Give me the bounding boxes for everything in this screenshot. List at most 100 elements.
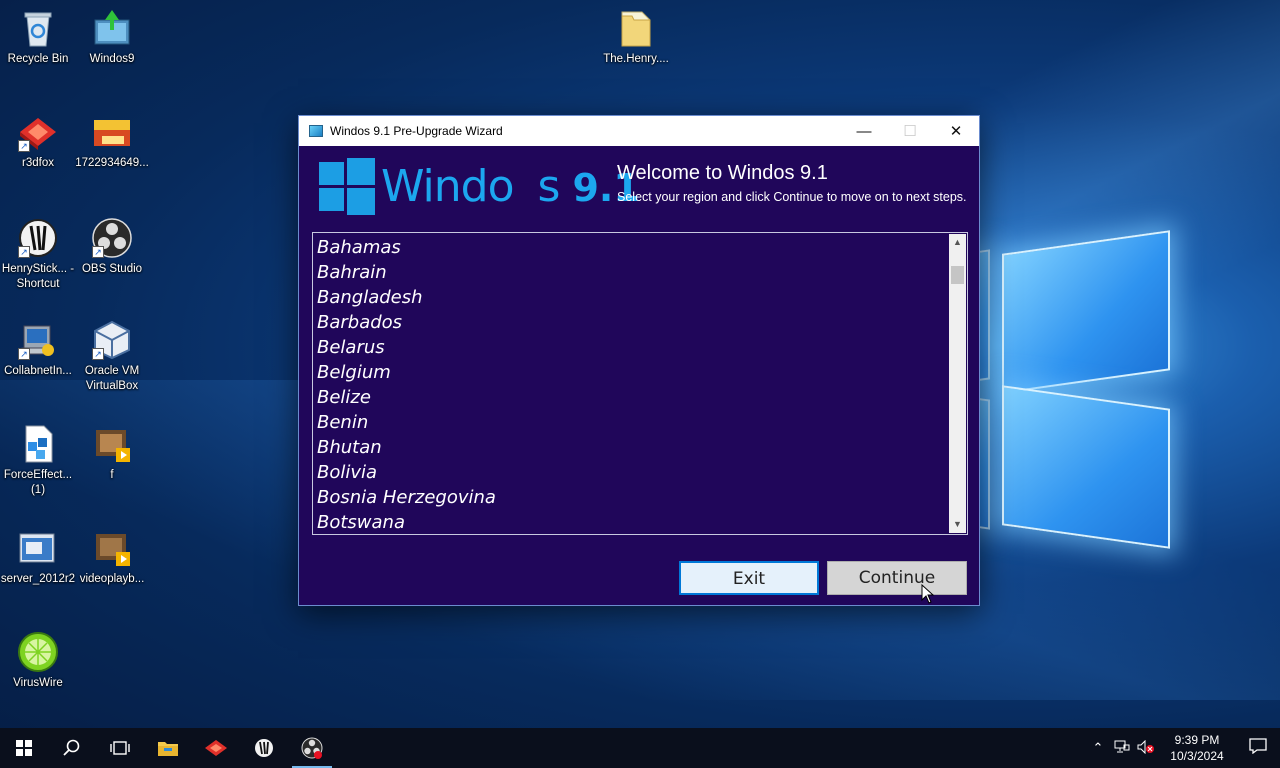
obs-icon [301, 737, 323, 759]
app-icon [309, 125, 323, 137]
region-item[interactable]: Bangladesh [315, 285, 947, 310]
desktop-icon-label: server_2012r2 [0, 573, 76, 585]
brand-logo: Windo s 9.1 [381, 161, 640, 212]
desktop-icon-server-2012r2[interactable]: server_2012r2 [0, 528, 76, 587]
desktop-icon-label: Recycle Bin [7, 53, 69, 65]
scroll-thumb[interactable] [951, 266, 964, 284]
shortcut-arrow-icon: ↗ [92, 246, 104, 258]
start-button[interactable] [0, 728, 48, 768]
volume-muted-icon[interactable] [1134, 739, 1158, 757]
desktop-icon-label: Windos9 [89, 53, 135, 65]
video-icon [92, 528, 132, 568]
shortcut-arrow-icon: ↗ [18, 348, 30, 360]
wallpaper-windows-logo [952, 230, 1172, 549]
desktop-icon-viruswire[interactable]: VirusWire [0, 632, 76, 691]
installer-icon: ↗ [18, 320, 58, 360]
maximize-icon: ☐ [903, 123, 917, 140]
taskbar-henrystick[interactable] [240, 728, 288, 768]
video-icon [92, 424, 132, 464]
desktop-icon-label: HenryStick... - Shortcut [1, 263, 75, 290]
minimize-icon: — [856, 122, 872, 140]
installer-icon [92, 8, 132, 48]
windows-logo-icon [319, 158, 375, 215]
desktop-icon-windos9[interactable]: Windos9 [74, 8, 150, 67]
close-icon: ✕ [949, 123, 963, 140]
shortcut-arrow-icon: ↗ [18, 140, 30, 152]
region-item[interactable]: Bhutan [315, 435, 947, 460]
search-button[interactable] [48, 728, 96, 768]
obs-icon: ↗ [92, 218, 132, 258]
scroll-up-icon[interactable]: ▲ [949, 234, 966, 251]
henrystick-icon [255, 739, 273, 757]
r3dfox-icon: ↗ [18, 112, 58, 152]
taskbar-r3dfox[interactable] [192, 728, 240, 768]
taskbar-obs-studio[interactable] [288, 728, 336, 768]
region-item[interactable]: Bahamas [315, 235, 947, 260]
desktop-icon-virtualbox[interactable]: ↗ Oracle VM VirtualBox [74, 320, 150, 394]
region-item[interactable]: Belarus [315, 335, 947, 360]
region-item[interactable]: Benin [315, 410, 947, 435]
exit-button[interactable]: Exit [679, 561, 819, 595]
taskbar-file-explorer[interactable] [144, 728, 192, 768]
list-scrollbar[interactable]: ▲ ▼ [949, 234, 966, 533]
desktop-icon-label: videoplayb... [79, 573, 145, 585]
welcome-subtitle: Select your region and click Continue to… [617, 190, 967, 204]
desktop-icon-label: r3dfox [22, 157, 54, 169]
chevron-up-icon[interactable]: ⌃ [1086, 740, 1110, 756]
continue-button[interactable]: Continue [827, 561, 967, 595]
shortcut-arrow-icon: ↗ [18, 246, 30, 258]
close-button[interactable]: ✕ [933, 116, 979, 146]
brand-text-left: Windo [381, 161, 514, 212]
clock[interactable]: 9:39 PM 10/3/2024 [1158, 732, 1236, 764]
title-bar[interactable]: Windos 9.1 Pre-Upgrade Wizard — ☐ ✕ [299, 116, 979, 146]
image-icon [92, 112, 132, 152]
desktop-icon-label: OBS Studio [81, 263, 143, 275]
recycle-bin-icon [18, 8, 58, 48]
notification-icon [1249, 737, 1267, 754]
region-item[interactable]: Bosnia Herzegovina [315, 485, 947, 510]
shortcut-arrow-icon: ↗ [92, 348, 104, 360]
desktop-icon-label: CollabnetIn... [4, 365, 72, 377]
desktop-icon-r3dfox[interactable]: ↗ r3dfox [0, 112, 76, 171]
window-image-icon [18, 528, 58, 568]
desktop-icon-label: 1722934649... [75, 157, 149, 169]
clock-time: 9:39 PM [1174, 733, 1220, 747]
region-item[interactable]: Belgium [315, 360, 947, 385]
minimize-button[interactable]: — [841, 116, 887, 146]
desktop-icon-forceeffect[interactable]: ForceEffect... (1) [0, 424, 76, 498]
desktop-icon-collabnet[interactable]: ↗ CollabnetIn... [0, 320, 76, 379]
notifications-button[interactable] [1236, 737, 1280, 759]
desktop-icon-image[interactable]: 1722934649... [74, 112, 150, 171]
lime-icon [18, 632, 58, 672]
wizard-header: Windo s 9.1 Welcome to Windos 9.1 Select … [299, 146, 979, 234]
r3dfox-icon [205, 740, 227, 756]
region-item[interactable]: Barbados [315, 310, 947, 335]
window-title: Windos 9.1 Pre-Upgrade Wizard [330, 124, 503, 138]
system-tray: ⌃ 9:39 PM 10/3/2024 [1086, 728, 1280, 768]
task-view-icon [110, 741, 130, 755]
desktop-icon-recycle-bin[interactable]: Recycle Bin [0, 8, 76, 67]
region-listbox[interactable]: Bahamas Bahrain Bangladesh Barbados Bela… [312, 232, 968, 535]
windows-start-icon [16, 740, 32, 756]
desktop-icon-label: Oracle VM VirtualBox [84, 365, 140, 392]
region-item[interactable]: Bolivia [315, 460, 947, 485]
maximize-button[interactable]: ☐ [887, 116, 933, 146]
welcome-title: Welcome to Windos 9.1 [617, 162, 828, 184]
region-item[interactable]: Botswana [315, 510, 947, 532]
desktop-icon-obs-studio[interactable]: ↗ OBS Studio [74, 218, 150, 277]
desktop-icon-f[interactable]: f [74, 424, 150, 483]
network-icon[interactable] [1110, 740, 1134, 757]
wizard-window: Windos 9.1 Pre-Upgrade Wizard — ☐ ✕ Wind… [298, 115, 980, 606]
search-icon [63, 739, 80, 756]
virtualbox-icon: ↗ [92, 320, 132, 360]
scroll-down-icon[interactable]: ▼ [949, 516, 966, 533]
desktop-icon-label: f [110, 469, 114, 481]
region-item[interactable]: Bahrain [315, 260, 947, 285]
desktop-icon-the-henry[interactable]: The.Henry.... [598, 8, 674, 67]
desktop-icon-videoplayback[interactable]: videoplayb... [74, 528, 150, 587]
brand-text-right: s [537, 161, 561, 212]
desktop-icon-label: ForceEffect... (1) [3, 469, 73, 496]
region-item[interactable]: Belize [315, 385, 947, 410]
task-view-button[interactable] [96, 728, 144, 768]
desktop-icon-henrystick[interactable]: ↗ HenryStick... - Shortcut [0, 218, 76, 292]
